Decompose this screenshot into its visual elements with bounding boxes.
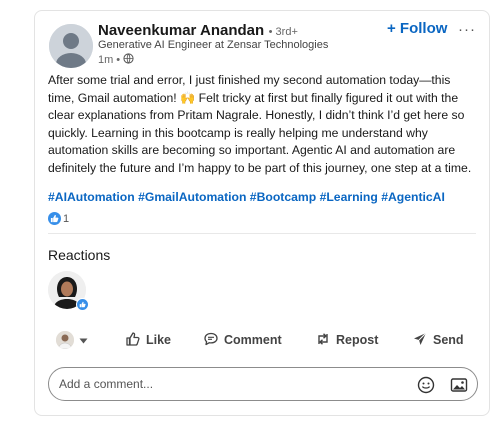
hashtag-agenticai[interactable]: #AgenticAI — [381, 190, 445, 204]
comment-box — [48, 367, 478, 401]
follow-button[interactable]: + Follow — [387, 20, 447, 37]
current-user-avatar — [56, 331, 74, 349]
reaction-summary[interactable]: 1 — [48, 212, 69, 225]
hashtag-gmailautomation[interactable]: #GmailAutomation — [138, 190, 246, 204]
author-headline: Generative AI Engineer at Zensar Technol… — [98, 39, 329, 51]
reactions-heading: Reactions — [48, 247, 111, 263]
send-label: Send — [433, 333, 464, 347]
image-icon[interactable] — [450, 376, 468, 394]
globe-icon — [123, 53, 134, 67]
repost-icon — [315, 331, 331, 350]
caret-down-icon — [79, 333, 88, 347]
hashtag-bootcamp[interactable]: #Bootcamp — [250, 190, 316, 204]
more-options-icon[interactable]: ··· — [458, 21, 476, 38]
repost-button[interactable]: Repost — [315, 328, 378, 352]
like-button[interactable]: Like — [125, 328, 171, 352]
author-name-line: Naveenkumar Anandan • 3rd+ — [98, 22, 298, 40]
reaction-identity-button[interactable] — [56, 328, 88, 352]
hashtag-learning[interactable]: #Learning — [320, 190, 378, 204]
thumbs-up-icon — [125, 331, 141, 350]
emoji-icon[interactable] — [417, 376, 435, 394]
action-bar: Like Comment Repost Send — [48, 328, 480, 352]
divider — [48, 233, 476, 234]
post-time: 1m — [98, 54, 114, 66]
reactor-like-badge-icon — [76, 298, 89, 311]
comment-input[interactable] — [59, 377, 399, 391]
post-text: After some trial and error, I just finis… — [48, 72, 480, 178]
author-avatar[interactable] — [49, 24, 93, 68]
like-reaction-icon — [48, 212, 61, 225]
connection-degree: • 3rd+ — [268, 26, 298, 38]
post-meta: 1m • — [98, 53, 134, 67]
comment-icon — [203, 331, 219, 350]
send-icon — [412, 331, 428, 350]
post-card: Naveenkumar Anandan • 3rd+ Generative AI… — [34, 10, 490, 416]
comment-button[interactable]: Comment — [203, 328, 282, 352]
repost-label: Repost — [336, 333, 379, 347]
send-button[interactable]: Send — [412, 328, 464, 352]
reaction-count: 1 — [63, 212, 70, 225]
meta-separator: • — [116, 54, 121, 66]
author-name[interactable]: Naveenkumar Anandan — [98, 22, 264, 39]
comment-label: Comment — [224, 333, 282, 347]
hashtag-list: #AIAutomation #GmailAutomation #Bootcamp… — [48, 190, 445, 204]
like-label: Like — [146, 333, 172, 347]
raised-hands-emoji: 🙌 — [180, 90, 196, 105]
hashtag-aiautomation[interactable]: #AIAutomation — [48, 190, 135, 204]
